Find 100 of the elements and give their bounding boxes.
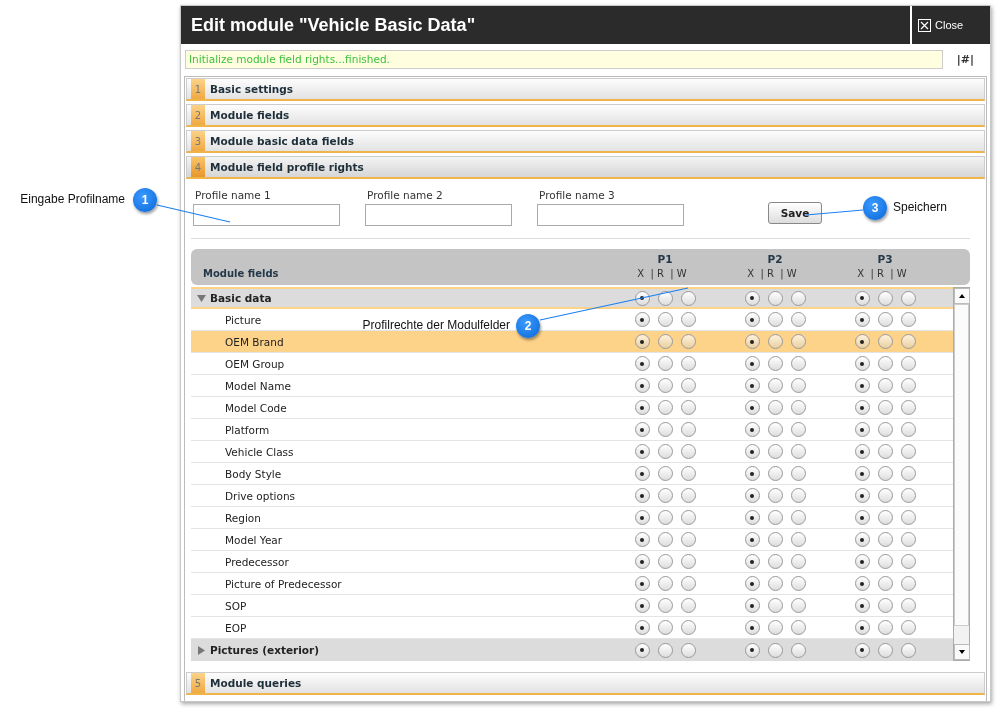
radio-button[interactable]	[790, 598, 806, 613]
radio-button[interactable]	[767, 444, 783, 459]
radio-button[interactable]	[657, 576, 673, 591]
radio-button[interactable]	[790, 356, 806, 371]
radio-button[interactable]	[877, 312, 893, 327]
radio-button[interactable]	[900, 576, 916, 591]
radio-button[interactable]	[877, 598, 893, 613]
radio-button[interactable]	[657, 290, 673, 306]
scroll-down-icon[interactable]	[954, 644, 970, 660]
radio-button[interactable]	[657, 510, 673, 525]
radio-button[interactable]	[634, 290, 650, 306]
table-row[interactable]: Model Year	[191, 529, 953, 551]
scrollbar[interactable]	[953, 287, 970, 661]
radio-button[interactable]	[877, 554, 893, 569]
radio-button[interactable]	[854, 400, 870, 415]
radio-button[interactable]	[744, 510, 760, 525]
radio-button[interactable]	[767, 576, 783, 591]
radio-button[interactable]	[657, 488, 673, 503]
section-header[interactable]: 1 Basic settings	[186, 78, 985, 101]
radio-button[interactable]	[900, 356, 916, 371]
radio-button[interactable]	[790, 532, 806, 547]
table-row[interactable]: Body Style	[191, 463, 953, 485]
radio-button[interactable]	[854, 642, 870, 658]
radio-button[interactable]	[767, 466, 783, 481]
section-header[interactable]: 2 Module fields	[186, 104, 985, 127]
radio-button[interactable]	[680, 510, 696, 525]
radio-button[interactable]	[767, 598, 783, 613]
radio-button[interactable]	[900, 378, 916, 393]
radio-button[interactable]	[634, 576, 650, 591]
group-row[interactable]: Basic data	[191, 287, 953, 309]
radio-button[interactable]	[634, 620, 650, 635]
table-row[interactable]: Predecessor	[191, 551, 953, 573]
radio-button[interactable]	[767, 290, 783, 306]
radio-button[interactable]	[790, 290, 806, 306]
table-row[interactable]: Vehicle Class	[191, 441, 953, 463]
radio-button[interactable]	[657, 620, 673, 635]
radio-button[interactable]	[854, 422, 870, 437]
radio-button[interactable]	[900, 422, 916, 437]
radio-button[interactable]	[634, 378, 650, 393]
scrollbar-thumb[interactable]	[954, 304, 969, 626]
radio-button[interactable]	[767, 422, 783, 437]
radio-button[interactable]	[744, 532, 760, 547]
radio-button[interactable]	[744, 290, 760, 306]
radio-button[interactable]	[854, 576, 870, 591]
radio-button[interactable]	[680, 312, 696, 327]
radio-button[interactable]	[877, 488, 893, 503]
radio-button[interactable]	[767, 532, 783, 547]
radio-button[interactable]	[900, 290, 916, 306]
profile-name-field[interactable]	[365, 204, 512, 226]
radio-button[interactable]	[657, 554, 673, 569]
table-row[interactable]: OEM Brand	[191, 331, 953, 353]
radio-button[interactable]	[900, 334, 916, 349]
radio-button[interactable]	[744, 620, 760, 635]
radio-button[interactable]	[900, 620, 916, 635]
radio-button[interactable]	[900, 466, 916, 481]
radio-button[interactable]	[744, 312, 760, 327]
radio-button[interactable]	[680, 400, 696, 415]
radio-button[interactable]	[680, 356, 696, 371]
radio-button[interactable]	[900, 532, 916, 547]
radio-button[interactable]	[767, 510, 783, 525]
radio-button[interactable]	[680, 422, 696, 437]
table-row[interactable]: Region	[191, 507, 953, 529]
radio-button[interactable]	[854, 510, 870, 525]
radio-button[interactable]	[854, 378, 870, 393]
radio-button[interactable]	[634, 422, 650, 437]
expand-icon[interactable]	[197, 645, 206, 655]
radio-button[interactable]	[744, 356, 760, 371]
collapse-icon[interactable]	[197, 293, 206, 303]
radio-button[interactable]	[634, 312, 650, 327]
radio-button[interactable]	[854, 488, 870, 503]
radio-button[interactable]	[877, 466, 893, 481]
radio-button[interactable]	[790, 312, 806, 327]
radio-button[interactable]	[854, 532, 870, 547]
radio-button[interactable]	[744, 554, 760, 569]
radio-button[interactable]	[790, 422, 806, 437]
save-button[interactable]: Save	[768, 202, 822, 224]
radio-button[interactable]	[634, 466, 650, 481]
radio-button[interactable]	[790, 576, 806, 591]
radio-button[interactable]	[657, 598, 673, 613]
table-row[interactable]: Platform	[191, 419, 953, 441]
radio-button[interactable]	[767, 312, 783, 327]
radio-button[interactable]	[877, 400, 893, 415]
radio-button[interactable]	[634, 334, 650, 349]
radio-button[interactable]	[657, 444, 673, 459]
radio-button[interactable]	[680, 598, 696, 613]
radio-button[interactable]	[790, 510, 806, 525]
radio-button[interactable]	[744, 378, 760, 393]
section-header[interactable]: 3 Module basic data fields	[186, 130, 985, 153]
radio-button[interactable]	[767, 400, 783, 415]
radio-button[interactable]	[657, 466, 673, 481]
radio-button[interactable]	[790, 334, 806, 349]
radio-button[interactable]	[854, 466, 870, 481]
radio-button[interactable]	[900, 488, 916, 503]
radio-button[interactable]	[877, 378, 893, 393]
table-row[interactable]: Model Name	[191, 375, 953, 397]
radio-button[interactable]	[657, 422, 673, 437]
section-header[interactable]: 5 Module queries	[186, 672, 985, 695]
radio-button[interactable]	[790, 466, 806, 481]
radio-button[interactable]	[634, 356, 650, 371]
radio-button[interactable]	[634, 532, 650, 547]
